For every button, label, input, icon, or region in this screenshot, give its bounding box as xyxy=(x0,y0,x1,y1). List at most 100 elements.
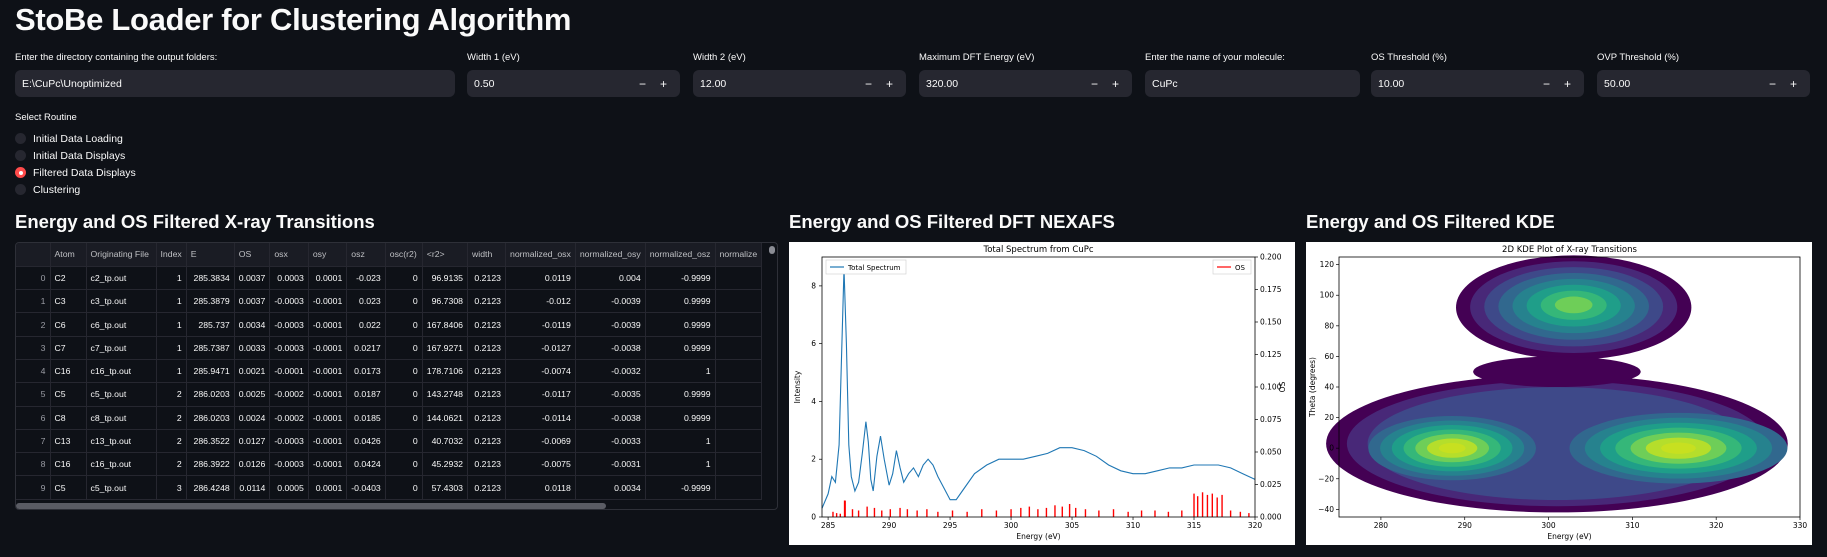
table-cell[interactable]: -0.0001 xyxy=(308,289,348,314)
table-cell[interactable] xyxy=(715,266,763,291)
table-cell[interactable]: 2 xyxy=(16,312,51,337)
table-cell[interactable] xyxy=(715,336,763,360)
radio-button-selected[interactable] xyxy=(15,167,26,178)
table-cell[interactable] xyxy=(715,382,763,407)
ovp-threshold-increment-button[interactable]: + xyxy=(1783,70,1804,97)
table-cell[interactable]: C8 xyxy=(50,406,87,430)
vertical-scrollbar[interactable] xyxy=(769,246,775,254)
table-cell[interactable]: 96.9135 xyxy=(422,266,469,291)
table-cell[interactable]: -0.0001 xyxy=(308,452,348,477)
transitions-table[interactable]: Atom Originating File Index E OS osx osy osz osc… xyxy=(15,242,778,510)
table-cell[interactable]: 0 xyxy=(385,266,423,291)
table-cell[interactable]: 2 xyxy=(156,452,187,477)
table-cell[interactable] xyxy=(715,475,763,500)
table-cell[interactable]: -0.0075 xyxy=(505,452,576,477)
table-row[interactable]: 3 C7 c7_tp.out 1 285.7387 0.0033 -0.0003 -0.000… xyxy=(16,336,763,360)
table-cell[interactable]: -0.0002 xyxy=(269,382,309,407)
table-cell[interactable]: 0.0127 xyxy=(234,429,271,454)
table-cell[interactable]: 2 xyxy=(156,406,187,430)
table-cell[interactable]: 0.0217 xyxy=(346,336,386,360)
table-cell[interactable]: 1 xyxy=(645,359,716,384)
table-cell[interactable]: C7 xyxy=(50,336,87,360)
table-cell[interactable]: 0.0001 xyxy=(308,475,348,500)
table-cell[interactable]: 0.0119 xyxy=(505,266,576,291)
table-cell[interactable]: 9 xyxy=(16,475,51,500)
table-cell[interactable]: 1 xyxy=(156,359,187,384)
table-cell[interactable]: -0.023 xyxy=(346,266,386,291)
column-header[interactable]: normalized_osx xyxy=(505,243,576,267)
table-cell[interactable]: -0.0001 xyxy=(308,312,348,337)
table-cell[interactable]: C16 xyxy=(50,452,87,477)
table-cell[interactable]: 0.9999 xyxy=(645,289,716,314)
column-header[interactable]: osy xyxy=(308,243,348,267)
table-cell[interactable]: 0.2123 xyxy=(467,429,506,454)
table-cell[interactable]: 0.0118 xyxy=(505,475,576,500)
table-cell[interactable]: -0.0003 xyxy=(269,429,309,454)
table-cell[interactable]: 0.2123 xyxy=(467,452,506,477)
table-cell[interactable]: 0.2123 xyxy=(467,406,506,430)
table-cell[interactable]: -0.0074 xyxy=(505,359,576,384)
table-cell[interactable]: 0.9999 xyxy=(645,406,716,430)
table-cell[interactable]: c6_tp.out xyxy=(86,312,157,337)
column-header[interactable]: E xyxy=(186,243,235,267)
table-cell[interactable]: 285.9471 xyxy=(186,359,235,384)
table-cell[interactable]: 0.0001 xyxy=(308,266,348,291)
table-cell[interactable]: 0.0003 xyxy=(269,266,309,291)
table-cell[interactable]: 0.0024 xyxy=(234,406,271,430)
width1-increment-button[interactable]: + xyxy=(653,70,674,97)
table-cell[interactable] xyxy=(715,406,763,430)
table-cell[interactable]: -0.0039 xyxy=(575,289,646,314)
table-cell[interactable]: -0.0031 xyxy=(575,452,646,477)
table-cell[interactable]: 1 xyxy=(156,289,187,314)
column-header[interactable]: <r2> xyxy=(422,243,469,267)
table-cell[interactable]: 0.0173 xyxy=(346,359,386,384)
column-header[interactable] xyxy=(16,243,51,267)
column-header[interactable]: normalized_osz xyxy=(645,243,716,267)
table-row[interactable]: 5 C5 c5_tp.out 2 286.0203 0.0025 -0.0002 -0.000… xyxy=(16,382,763,407)
table-cell[interactable]: -0.0001 xyxy=(308,406,348,430)
table-cell[interactable]: C5 xyxy=(50,475,87,500)
table-cell[interactable]: 167.8406 xyxy=(422,312,469,337)
table-cell[interactable]: 0 xyxy=(385,336,423,360)
table-cell[interactable]: -0.0038 xyxy=(575,406,646,430)
table-cell[interactable]: 0.0424 xyxy=(346,452,386,477)
table-cell[interactable]: 6 xyxy=(16,406,51,430)
table-cell[interactable]: 285.737 xyxy=(186,312,235,337)
table-cell[interactable] xyxy=(715,289,763,314)
column-header[interactable]: Originating File xyxy=(86,243,157,267)
table-cell[interactable]: 1 xyxy=(156,266,187,291)
table-cell[interactable]: -0.0403 xyxy=(346,475,386,500)
table-cell[interactable]: 1 xyxy=(645,429,716,454)
table-cell[interactable]: -0.0117 xyxy=(505,382,576,407)
column-header[interactable]: osx xyxy=(269,243,309,267)
table-cell[interactable]: 0.0021 xyxy=(234,359,271,384)
table-cell[interactable]: 1 xyxy=(16,289,51,314)
table-cell[interactable] xyxy=(715,452,763,477)
table-cell[interactable]: 0 xyxy=(385,475,423,500)
table-cell[interactable]: 7 xyxy=(16,429,51,454)
width2-increment-button[interactable]: + xyxy=(879,70,900,97)
table-row[interactable]: 8 C16 c16_tp.out 2 286.3922 0.0126 -0.0003 -0.0… xyxy=(16,452,763,477)
table-cell[interactable]: 0.2123 xyxy=(467,266,506,291)
table-row[interactable]: 0 C2 c2_tp.out 1 285.3834 0.0037 0.0003 0.0001-… xyxy=(16,266,763,291)
table-cell[interactable]: 0.0187 xyxy=(346,382,386,407)
column-header[interactable]: Index xyxy=(156,243,187,267)
table-cell[interactable]: c8_tp.out xyxy=(86,406,157,430)
table-cell[interactable]: 1 xyxy=(156,312,187,337)
table-cell[interactable]: 286.0203 xyxy=(186,382,235,407)
table-cell[interactable]: 2 xyxy=(156,382,187,407)
table-cell[interactable]: c7_tp.out xyxy=(86,336,157,360)
os-threshold-increment-button[interactable]: + xyxy=(1557,70,1578,97)
table-cell[interactable]: 3 xyxy=(156,475,187,500)
table-cell[interactable]: 167.9271 xyxy=(422,336,469,360)
table-cell[interactable]: -0.0001 xyxy=(308,359,348,384)
table-cell[interactable]: 0 xyxy=(16,266,51,291)
table-cell[interactable]: -0.012 xyxy=(505,289,576,314)
table-cell[interactable]: C5 xyxy=(50,382,87,407)
table-cell[interactable] xyxy=(715,359,763,384)
width1-decrement-button[interactable]: − xyxy=(632,70,653,97)
table-cell[interactable]: 8 xyxy=(16,452,51,477)
table-cell[interactable]: 286.3522 xyxy=(186,429,235,454)
table-cell[interactable]: 1 xyxy=(645,452,716,477)
table-cell[interactable]: 0.0005 xyxy=(269,475,309,500)
